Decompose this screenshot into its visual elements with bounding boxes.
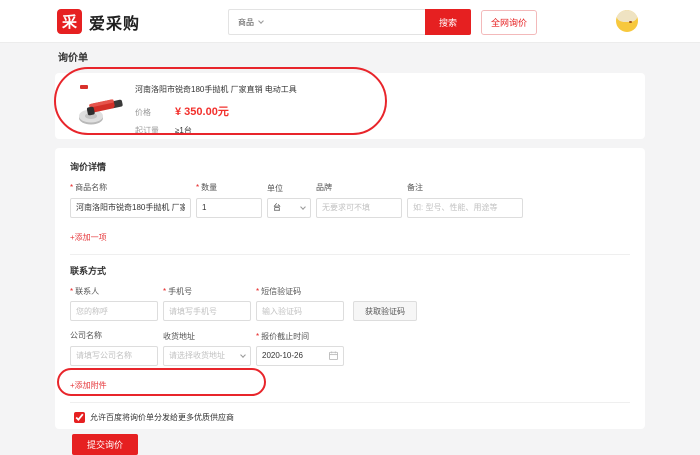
deadline-value: 2020-10-26 bbox=[262, 351, 303, 360]
company-label: 公司名称 bbox=[70, 330, 158, 341]
divider bbox=[70, 254, 630, 255]
add-item-link[interactable]: +添加一项 bbox=[70, 232, 107, 243]
quantity-label: 数量 bbox=[196, 182, 262, 193]
price-label: 价格 bbox=[135, 107, 175, 118]
field-company: 公司名称 bbox=[70, 330, 158, 366]
product-name-input[interactable] bbox=[70, 198, 191, 218]
deadline-label: 报价截止时间 bbox=[256, 331, 344, 342]
logo-text: 爱采购 bbox=[89, 10, 140, 34]
consent-row: 允许百度将询价单分发给更多优质供应商 bbox=[74, 412, 630, 423]
angle-grinder-image bbox=[78, 83, 128, 129]
company-input[interactable] bbox=[70, 346, 158, 366]
field-sms-code: 短信验证码 bbox=[256, 286, 344, 322]
inquiry-form-card: 询价详情 商品名称 数量 单位 台 品牌 备注 bbox=[55, 148, 645, 429]
sms-code-label: 短信验证码 bbox=[256, 286, 344, 297]
add-attachment-link[interactable]: +添加附件 bbox=[70, 380, 107, 391]
product-info: 河南洛阳市锐奇180手抛机 厂家直销 电动工具 价格 ¥ 350.00元 起订量… bbox=[135, 83, 297, 139]
search-category-dropdown[interactable]: 商品 bbox=[238, 17, 263, 28]
field-phone: 手机号 bbox=[163, 286, 251, 322]
quantity-input[interactable] bbox=[196, 198, 262, 218]
header: 采 爱采购 商品 搜索 全网询价 bbox=[0, 0, 700, 43]
field-product-name: 商品名称 bbox=[70, 182, 191, 218]
field-quantity: 数量 bbox=[196, 182, 262, 218]
detail-fields-row: 商品名称 数量 单位 台 品牌 备注 bbox=[70, 182, 630, 218]
logo-icon: 采 bbox=[57, 9, 82, 34]
field-deadline: 报价截止时间 2020-10-26 bbox=[256, 331, 344, 366]
phone-input[interactable] bbox=[163, 301, 251, 321]
product-card[interactable]: 河南洛阳市锐奇180手抛机 厂家直销 电动工具 价格 ¥ 350.00元 起订量… bbox=[55, 73, 645, 139]
chevron-down-icon bbox=[300, 204, 306, 210]
section-title-contact: 联系方式 bbox=[70, 264, 630, 277]
chevron-down-icon bbox=[240, 352, 246, 358]
field-note: 备注 bbox=[407, 182, 523, 218]
unit-label: 单位 bbox=[267, 183, 311, 194]
field-contact-person: 联系人 bbox=[70, 286, 158, 322]
search-box: 商品 bbox=[228, 9, 425, 35]
search-category-label: 商品 bbox=[238, 17, 254, 28]
phone-label: 手机号 bbox=[163, 286, 251, 297]
price-value: ¥ 350.00元 bbox=[175, 103, 229, 119]
brand-input[interactable] bbox=[316, 198, 402, 218]
avatar[interactable] bbox=[616, 10, 638, 32]
moq-value: ≥1台 bbox=[175, 125, 192, 136]
unit-select[interactable]: 台 bbox=[267, 198, 311, 218]
field-unit: 单位 台 bbox=[267, 183, 311, 218]
product-title: 河南洛阳市锐奇180手抛机 厂家直销 电动工具 bbox=[135, 84, 297, 95]
sms-code-input[interactable] bbox=[256, 301, 344, 321]
search-button[interactable]: 搜索 bbox=[425, 9, 471, 35]
page-title: 询价单 bbox=[58, 49, 88, 64]
search-input[interactable] bbox=[269, 12, 425, 32]
moq-label: 起订量 bbox=[135, 125, 175, 136]
chevron-down-icon bbox=[258, 18, 264, 24]
get-code-button[interactable]: 获取验证码 bbox=[353, 301, 417, 321]
logo[interactable]: 采 爱采购 bbox=[57, 9, 140, 34]
product-image bbox=[78, 83, 128, 129]
deadline-input[interactable]: 2020-10-26 bbox=[256, 346, 344, 366]
inquiry-page: 采 爱采购 商品 搜索 全网询价 询价单 bbox=[0, 0, 700, 448]
contact-person-label: 联系人 bbox=[70, 286, 158, 297]
contact-person-input[interactable] bbox=[70, 301, 158, 321]
section-title-detail: 询价详情 bbox=[70, 160, 630, 173]
brand-label: 品牌 bbox=[316, 182, 402, 193]
contact-fields-row: 联系人 手机号 短信验证码 获取验证码 bbox=[70, 286, 630, 322]
unit-value: 台 bbox=[273, 202, 281, 213]
search-bar: 商品 搜索 全网询价 bbox=[228, 9, 537, 35]
address-select[interactable]: 请选择收货地址 bbox=[163, 346, 251, 366]
note-input[interactable] bbox=[407, 198, 523, 218]
address-label: 收货地址 bbox=[163, 331, 251, 342]
company-fields-row: 公司名称 收货地址 请选择收货地址 报价截止时间 2020-10-26 bbox=[70, 330, 630, 366]
address-placeholder: 请选择收货地址 bbox=[169, 350, 225, 361]
calendar-icon bbox=[329, 351, 338, 360]
submit-inquiry-button[interactable]: 提交询价 bbox=[72, 434, 138, 455]
note-label: 备注 bbox=[407, 182, 523, 193]
product-name-label: 商品名称 bbox=[70, 182, 191, 193]
field-brand: 品牌 bbox=[316, 182, 402, 218]
consent-checkbox[interactable] bbox=[74, 412, 85, 423]
netwide-inquiry-button[interactable]: 全网询价 bbox=[481, 10, 537, 35]
consent-label: 允许百度将询价单分发给更多优质供应商 bbox=[90, 412, 234, 423]
divider bbox=[70, 402, 630, 403]
field-address: 收货地址 请选择收货地址 bbox=[163, 331, 251, 366]
